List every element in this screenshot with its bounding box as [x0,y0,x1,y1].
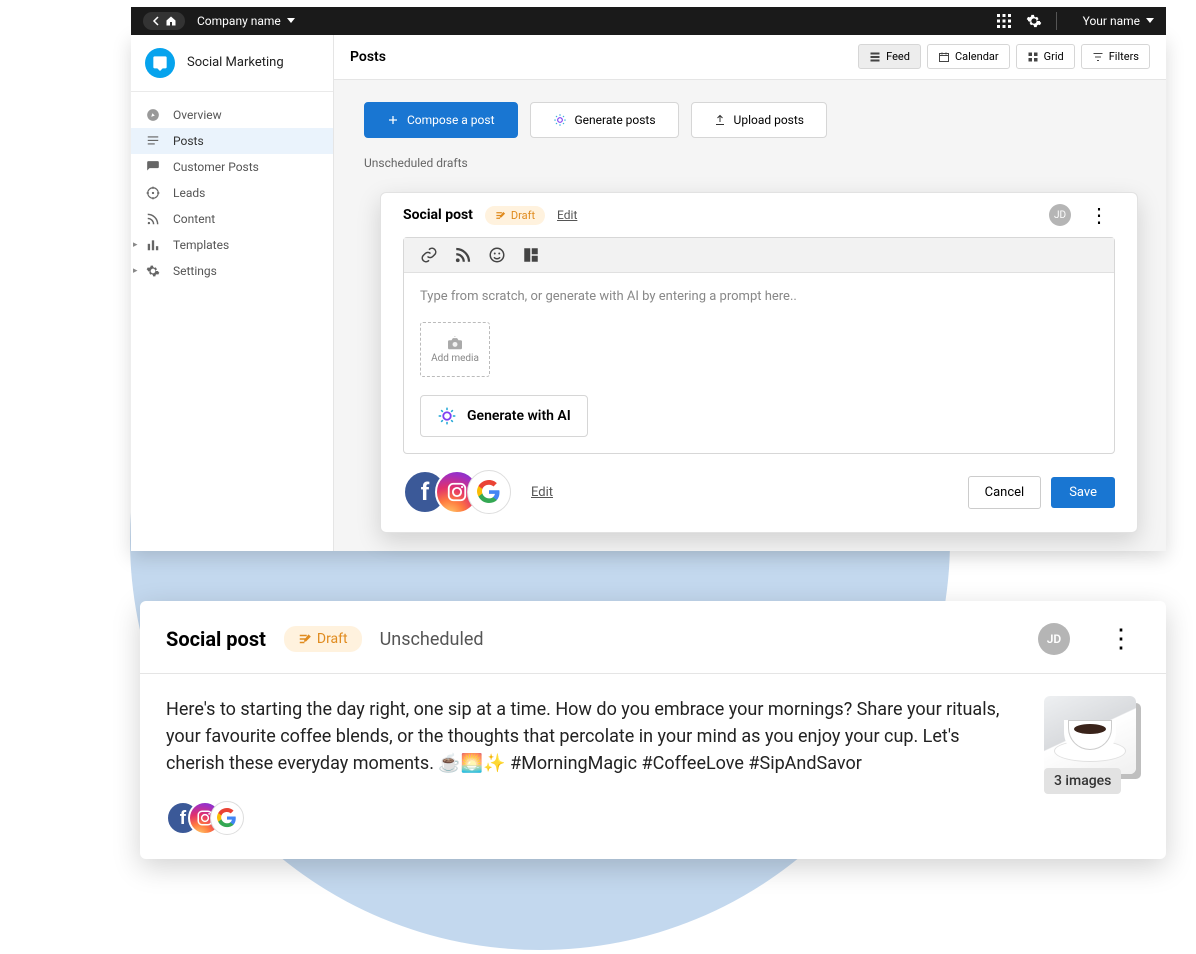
nav-label: Content [173,212,215,226]
post-social-accounts: f [140,801,1166,859]
compose-post-button[interactable]: Compose a post [364,102,518,138]
draft-badge: Draft [485,206,545,225]
divider [1056,12,1057,30]
edit-link[interactable]: Edit [557,208,577,222]
nav-back-home[interactable] [143,12,185,30]
generate-with-ai-button[interactable]: Generate with AI [420,395,588,437]
sidebar-item-overview[interactable]: Overview [131,102,333,128]
chevron-down-icon [1146,18,1154,23]
sidebar-item-posts[interactable]: Posts [131,128,333,154]
post-editor-card: Social post Draft Edit JD ⋮ Type from sc… [380,192,1138,533]
post-preview-card: Social post Draft Unscheduled JD ⋮ Here'… [140,601,1166,859]
rss-icon[interactable] [454,246,472,264]
sidebar-item-customer-posts[interactable]: Customer Posts [131,154,333,180]
expand-arrow-icon: ▸ [133,266,138,276]
more-options-icon[interactable]: ⋮ [1102,624,1140,654]
user-label: Your name [1083,14,1140,28]
user-dropdown[interactable]: Your name [1083,14,1154,28]
grid-icon [1027,51,1039,63]
nav-label: Templates [173,238,229,252]
chart-icon [145,237,161,253]
save-button[interactable]: Save [1051,477,1115,508]
plus-icon [387,114,399,126]
sidebar-item-templates[interactable]: ▸ Templates [131,232,333,258]
ai-sparkle-icon [553,113,567,127]
author-avatar: JD [1038,623,1070,655]
calendar-icon [938,51,950,63]
editor-toolbar [404,238,1114,273]
target-icon [145,185,161,201]
more-options-icon[interactable]: ⋮ [1083,203,1115,227]
svg-text:+: + [453,336,458,339]
ai-sparkle-icon [437,406,457,426]
view-calendar-button[interactable]: Calendar [927,44,1010,69]
post-card-header: Social post Draft Edit JD ⋮ [381,193,1137,237]
feed-icon [869,51,881,63]
filter-icon [1092,51,1104,63]
expand-arrow-icon: ▸ [133,240,138,250]
google-icon [210,801,244,835]
post-body-text: Here's to starting the day right, one si… [166,696,1022,777]
sidebar-item-leads[interactable]: Leads [131,180,333,206]
page-title: Posts [350,49,386,65]
compass-icon [145,107,161,123]
nav-label: Settings [173,264,217,278]
post-type-title: Social post [403,207,473,223]
post-type-title: Social post [166,627,266,651]
nav-label: Overview [173,108,222,122]
main-header: Posts Feed Calendar Grid Filters [334,35,1166,80]
upload-icon [714,114,726,126]
section-label: Unscheduled drafts [364,156,1136,170]
company-dropdown[interactable]: Company name [197,14,295,28]
top-bar: Company name Your name [131,7,1166,35]
sidebar-header: Social Marketing [131,35,333,92]
sidebar: Social Marketing Overview Posts Customer… [131,35,334,551]
image-count-badge: 3 images [1044,768,1121,794]
view-grid-button[interactable]: Grid [1016,44,1075,69]
view-feed-button[interactable]: Feed [858,44,921,69]
post-card-footer: f Edit Cancel Save [403,470,1115,514]
social-accounts[interactable]: f [403,470,511,514]
emoji-icon[interactable] [488,246,506,264]
post-editor: Type from scratch, or generate with AI b… [403,237,1115,454]
rss-icon [145,211,161,227]
nav-label: Customer Posts [173,160,259,174]
company-label: Company name [197,14,281,28]
edit-accounts-link[interactable]: Edit [531,485,553,500]
draft-icon [298,632,312,646]
home-icon [165,15,177,27]
editor-textarea[interactable]: Type from scratch, or generate with AI b… [420,289,1098,322]
app-logo [145,48,175,78]
apps-grid-icon[interactable] [996,13,1012,29]
google-icon [467,470,511,514]
gear-icon[interactable] [1026,13,1042,29]
nav-label: Posts [173,134,204,148]
camera-plus-icon: + [446,336,464,350]
add-media-button[interactable]: + Add media [420,322,490,377]
link-icon[interactable] [420,246,438,264]
list-icon [145,133,161,149]
template-icon[interactable] [522,246,540,264]
sidebar-item-content[interactable]: Content [131,206,333,232]
upload-posts-button[interactable]: Upload posts [691,102,827,138]
generate-posts-button[interactable]: Generate posts [530,102,679,138]
draft-icon [495,210,506,221]
filters-button[interactable]: Filters [1081,44,1150,69]
chevron-left-icon [151,16,161,26]
nav-label: Leads [173,186,205,200]
gear-icon [145,263,161,279]
post-media-thumbnail[interactable]: 3 images [1044,696,1140,774]
chat-icon [145,159,161,175]
chevron-down-icon [287,18,295,23]
author-avatar: JD [1049,204,1071,226]
draft-badge: Draft [284,626,362,652]
app-name: Social Marketing [187,55,284,70]
cancel-button[interactable]: Cancel [968,476,1042,509]
sidebar-item-settings[interactable]: ▸ Settings [131,258,333,284]
schedule-status: Unscheduled [380,629,484,650]
